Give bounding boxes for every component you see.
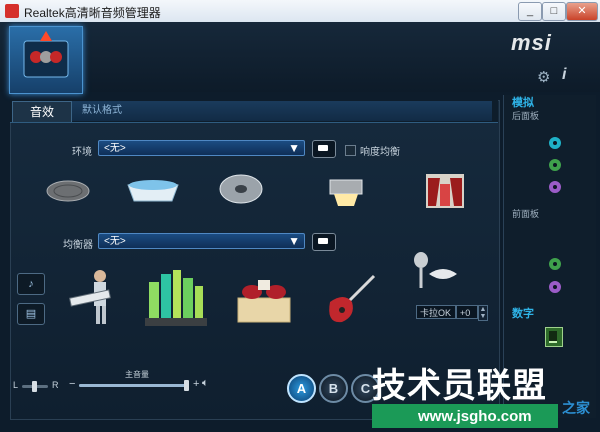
rear-jack-line-in[interactable] (549, 137, 561, 149)
keyboard-icon[interactable]: ▤ (17, 303, 45, 325)
watermark-brand: 技术员联盟 (372, 367, 547, 405)
speaker-jacks-icon[interactable] (9, 26, 83, 94)
maximize-icon[interactable]: □ (542, 2, 566, 21)
balance-slider[interactable] (22, 381, 48, 392)
rear-panel-label: 后面板 (512, 111, 540, 121)
rear-jack-mic-in[interactable] (549, 181, 561, 193)
main-volume-label: 主音量 (125, 370, 149, 379)
equalizer-label: 均衡器 (63, 240, 93, 251)
spdif-icon[interactable] (545, 327, 563, 347)
minimize-icon[interactable]: _ (518, 2, 542, 21)
volume-minus[interactable]: − (69, 378, 75, 390)
loudness-checkbox[interactable] (345, 145, 356, 156)
balance-right-label: R (52, 380, 59, 390)
profile-b-button[interactable]: B (319, 374, 348, 403)
bathtub-icon[interactable] (124, 175, 182, 212)
stage-spotlight-icon[interactable] (326, 176, 366, 213)
keytar-player-icon[interactable] (66, 266, 122, 331)
guitar-icon[interactable]: ♪ (17, 273, 45, 295)
environment-label: 环境 (72, 147, 92, 158)
digital-heading: 数字 (512, 308, 534, 320)
gear-icon[interactable]: ⚙ (537, 68, 550, 86)
chevron-down-icon: ▼ (288, 234, 300, 248)
microphone-lips-icon[interactable] (409, 250, 459, 299)
watermark-url: www.jsgho.com (418, 408, 532, 425)
app-icon (5, 4, 19, 18)
title-bar: Realtek高清晰音频管理器 _ □ ✕ (0, 0, 600, 23)
environment-select[interactable]: <无> ▼ (98, 140, 305, 156)
chevron-up-icon[interactable]: ▲ (479, 306, 487, 313)
chevron-down-icon[interactable]: ▼ (479, 313, 487, 320)
tab-default-format[interactable]: 默认格式 (72, 101, 492, 121)
manhole-cover-icon[interactable] (45, 178, 91, 209)
brand-logo: msi (511, 30, 552, 55)
realtek-audio-manager-window: Realtek高清晰音频管理器 _ □ ✕ msi ⚙ i 音效 默认格式 环境… (0, 0, 600, 432)
karaoke-stepper[interactable]: ▲ ▼ (478, 305, 488, 321)
header-band (0, 22, 600, 92)
speaker-icon[interactable]: 🔈︎ (202, 377, 209, 390)
watermark-tail: 之家 (562, 400, 590, 416)
main-volume-thumb[interactable] (183, 380, 189, 391)
main-volume-fill (79, 384, 187, 387)
window-title: Realtek高清晰音频管理器 (24, 6, 161, 20)
profile-a-button[interactable]: A (287, 374, 316, 403)
environment-value: <无> (104, 143, 126, 154)
electric-guitar-icon[interactable] (322, 272, 380, 331)
karaoke-value[interactable]: +0 (456, 305, 478, 319)
theater-curtain-icon[interactable] (424, 172, 466, 215)
equalizer-edit-button[interactable] (312, 233, 336, 251)
analog-heading: 模拟 (512, 97, 534, 109)
front-jack-mic[interactable] (549, 281, 561, 293)
city-skyline-icon[interactable] (145, 268, 207, 331)
loudness-label: 响度均衡 (360, 147, 400, 158)
balance-left-label: L (13, 380, 19, 390)
chevron-down-icon: ▼ (288, 141, 300, 155)
equalizer-value: <无> (104, 236, 126, 247)
rear-jack-line-out[interactable] (549, 159, 561, 171)
environment-edit-button[interactable] (312, 140, 336, 158)
close-icon[interactable]: ✕ (566, 2, 598, 21)
info-icon[interactable]: i (562, 66, 566, 84)
karaoke-label: 卡拉OK (416, 305, 456, 319)
balance-slider-thumb[interactable] (32, 381, 37, 392)
front-jack-headphone[interactable] (549, 258, 561, 270)
equalizer-select[interactable]: <无> ▼ (98, 233, 305, 249)
cd-disc-icon[interactable] (218, 172, 264, 211)
front-panel-label: 前面板 (512, 209, 540, 219)
main-volume-slider[interactable] (79, 380, 189, 391)
stage-speakers-icon[interactable] (236, 274, 292, 329)
tab-sound-effects[interactable]: 音效 (12, 101, 72, 122)
volume-plus[interactable]: + (193, 378, 199, 390)
